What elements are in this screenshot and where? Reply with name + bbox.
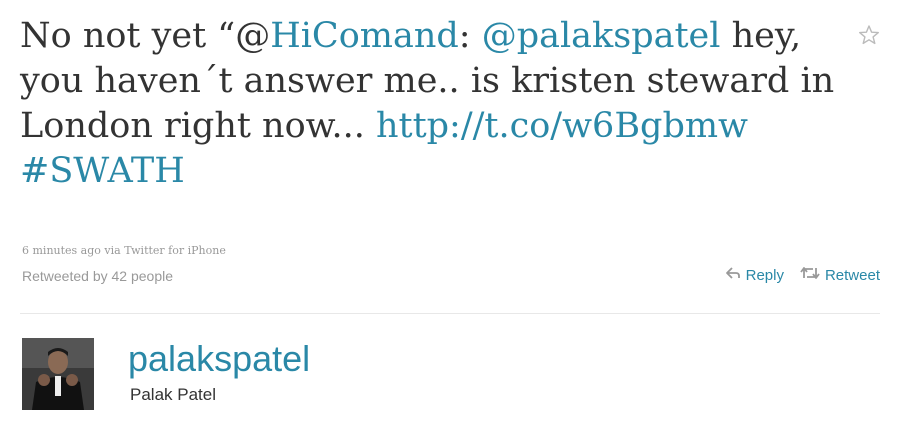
hashtag-link[interactable]: #SWATH <box>20 151 185 191</box>
retweet-arrows-icon <box>800 266 820 284</box>
reply-label: Reply <box>745 266 784 284</box>
mention-hicomand-link[interactable]: HiComand <box>270 16 459 56</box>
tweet-text-colon: : <box>458 16 482 56</box>
retweeted-by-count: Retweeted by 42 people <box>22 268 173 284</box>
retweet-button[interactable]: Retweet <box>800 266 880 284</box>
tweet-text: No not yet “@HiComand: @palakspatel hey,… <box>20 14 850 194</box>
tweet-actions: Reply Retweet <box>725 266 880 284</box>
divider <box>20 313 880 314</box>
tweet-meta: 6 minutes ago via Twitter for iPhone <box>22 244 226 257</box>
retweet-label: Retweet <box>824 266 880 284</box>
tweet-text-prefix: No not yet “@ <box>20 16 271 56</box>
author-handle-link[interactable]: palakspatel <box>128 338 310 380</box>
author-full-name: Palak Patel <box>130 385 216 404</box>
reply-arrow-icon <box>725 266 741 284</box>
mention-palakspatel-link[interactable]: @palakspatel <box>482 16 721 56</box>
tweet-url-link[interactable]: http://t.co/w6Bgbmw <box>376 106 748 146</box>
favorite-star-icon[interactable] <box>858 24 880 46</box>
avatar[interactable] <box>22 338 94 410</box>
reply-button[interactable]: Reply <box>725 266 784 284</box>
